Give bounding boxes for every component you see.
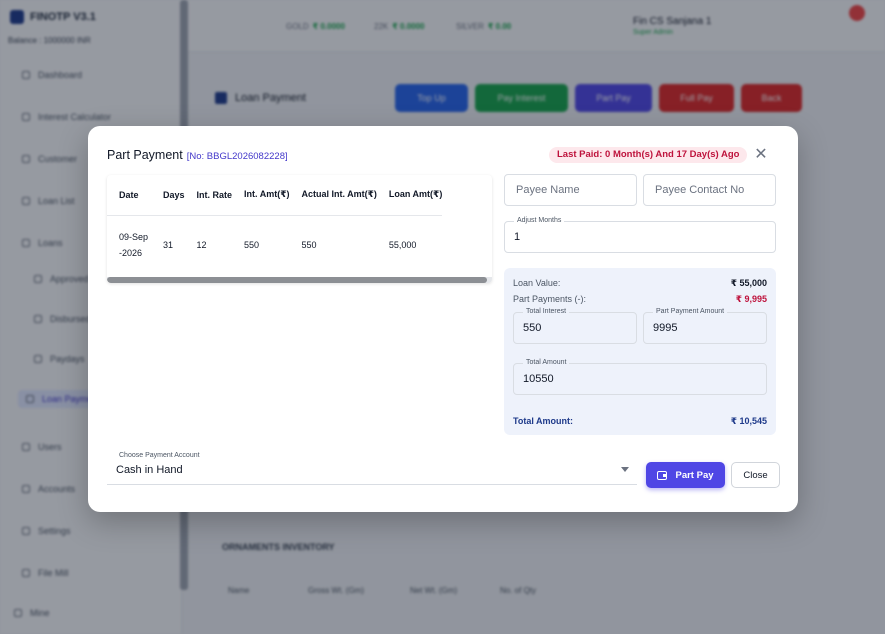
header-actual-int-amt: Actual Int. Amt(₹)	[289, 175, 377, 216]
header-days: Days	[151, 175, 185, 216]
wallet-icon	[657, 470, 668, 480]
header-int-amt: Int. Amt(₹)	[232, 175, 290, 216]
close-button[interactable]: Close	[731, 462, 780, 488]
total-amount-field-value: 10550	[523, 373, 554, 385]
loan-number: [No: BBGL2026082228]	[186, 151, 288, 162]
header-int-rate: Int. Rate	[184, 175, 233, 216]
part-payments-row: Part Payments (-): ₹ 9,995	[513, 294, 767, 305]
part-payment-amount-value: 9995	[653, 322, 678, 334]
payment-account-label: Choose Payment Account	[119, 452, 200, 459]
chevron-down-icon[interactable]	[621, 467, 629, 472]
payee-contact-placeholder: Payee Contact No	[655, 184, 745, 196]
payee-contact-input[interactable]: Payee Contact No	[643, 174, 776, 206]
close-icon[interactable]: ✕	[752, 146, 770, 164]
last-paid-badge: Last Paid: 0 Month(s) And 17 Day(s) Ago	[549, 147, 748, 163]
cell-int-amt: 550	[244, 240, 260, 251]
payment-summary: Loan Value: ₹ 55,000 Part Payments (-): …	[504, 268, 776, 435]
table-horizontal-scrollbar[interactable]	[107, 277, 492, 283]
total-amount-row: Total Amount: ₹ 10,545	[513, 416, 767, 427]
cell-loan-amt: 55,000	[388, 240, 417, 251]
payee-name-input[interactable]: Payee Name	[504, 174, 637, 206]
total-amount-label: Total Amount:	[513, 416, 573, 426]
total-amount-field-label: Total Amount	[523, 359, 570, 366]
adjust-months-label: Adjust Months	[514, 217, 565, 224]
adjust-months-value: 1	[514, 231, 521, 243]
total-interest-label: Total Interest	[523, 308, 570, 315]
modal-title: Part Payment [No: BBGL2026082228]	[107, 148, 288, 162]
header-date: Date	[107, 175, 151, 216]
scrollbar-thumb[interactable]	[107, 277, 487, 283]
part-pay-label: Part Pay	[675, 469, 714, 481]
part-payments-label: Part Payments (-):	[513, 294, 587, 304]
part-payments-value: ₹ 9,995	[735, 294, 767, 304]
payment-account-value: Cash in Hand	[116, 464, 183, 476]
modal-title-text: Part Payment	[107, 148, 183, 162]
part-payment-modal: Part Payment [No: BBGL2026082228] Last Pa…	[88, 126, 798, 512]
total-interest-value: 550	[523, 322, 542, 334]
cell-date: 09-Sep-2026	[119, 232, 149, 259]
interest-table-grid: Date Days Int. Rate Int. Amt(₹) Actual I…	[107, 175, 443, 275]
loan-value: ₹ 55,000	[730, 278, 767, 288]
total-amount-field[interactable]: Total Amount 10550	[513, 359, 767, 395]
cell-int-rate: 12	[196, 240, 207, 251]
header-loan-amt: Loan Amt(₹)	[376, 175, 443, 216]
part-payment-amount-label: Part Payment Amount	[653, 308, 728, 315]
total-amount-value: ₹ 10,545	[730, 416, 767, 426]
part-payment-amount-input[interactable]: Part Payment Amount 9995	[643, 308, 767, 344]
cell-actual-int-amt: 550	[301, 240, 317, 251]
table-header-row: Date Days Int. Rate Int. Amt(₹) Actual I…	[107, 175, 443, 216]
payment-account-select[interactable]: Choose Payment Account Cash in Hand	[107, 452, 637, 485]
total-interest-field[interactable]: Total Interest 550	[513, 308, 637, 344]
interest-table: Date Days Int. Rate Int. Amt(₹) Actual I…	[107, 175, 492, 283]
adjust-months-input[interactable]: Adjust Months 1	[504, 217, 776, 253]
part-pay-button[interactable]: Part Pay	[646, 462, 725, 488]
loan-value-row: Loan Value: ₹ 55,000	[513, 278, 767, 289]
loan-value-label: Loan Value:	[513, 278, 561, 288]
table-row: 09-Sep-2026 31 12 550 550 55,000	[107, 215, 442, 275]
payee-name-placeholder: Payee Name	[516, 184, 580, 196]
cell-days: 31	[163, 240, 174, 251]
